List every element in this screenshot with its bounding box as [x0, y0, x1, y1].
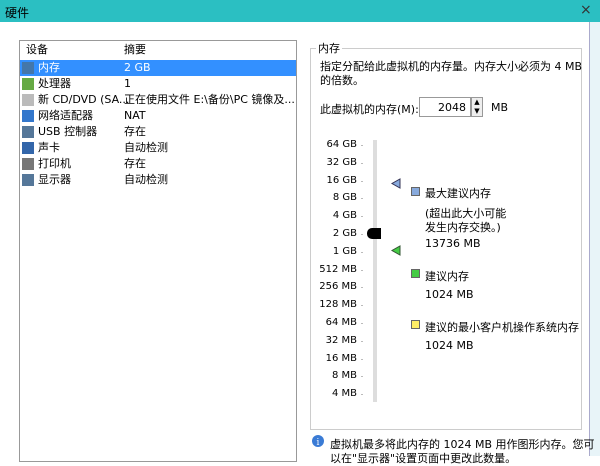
cpu-icon — [22, 78, 34, 90]
recommended-label: 建议内存 — [425, 270, 469, 283]
memory-input[interactable]: 2048 — [419, 97, 471, 117]
window-edge — [589, 22, 600, 456]
tick-mark — [361, 394, 363, 396]
min-label: 建议的最小客户机操作系统内存 — [425, 321, 579, 334]
device-summary: 存在 — [124, 125, 146, 138]
memory-field-label: 此虚拟机的内存(M): — [320, 103, 419, 116]
device-row[interactable]: USB 控制器 存在 — [20, 124, 296, 140]
device-row[interactable]: 处理器 1 — [20, 76, 296, 92]
tick-mark — [361, 234, 363, 235]
monitor-icon — [22, 174, 34, 186]
tick-label: 4 MB — [331, 388, 357, 400]
device-summary: 正在使用文件 E:\备份\PC 镜像及... — [124, 93, 295, 106]
device-row[interactable]: 网络适配器 NAT — [20, 108, 296, 124]
memory-slider-thumb[interactable] — [367, 228, 381, 239]
max-label: 最大建议内存 — [425, 187, 491, 200]
tick-label: 128 MB — [319, 299, 357, 311]
device-name: 声卡 — [38, 141, 60, 154]
tick-label: 512 MB — [319, 263, 357, 275]
device-summary: 1 — [124, 77, 131, 90]
tick-label: 16 GB — [326, 174, 357, 186]
device-list: 设备 摘要 内存 2 GB 处理器 1 新 CD/DVD (SA... 正在使用文件 E:… — [19, 40, 297, 462]
header-device[interactable]: 设备 — [26, 41, 48, 59]
device-name: 打印机 — [38, 157, 71, 170]
tick-mark — [361, 358, 363, 360]
info-icon: i — [312, 435, 324, 448]
tick-mark — [361, 323, 363, 324]
device-summary: 存在 — [124, 157, 146, 170]
svg-text:i: i — [317, 438, 320, 448]
device-row[interactable]: 声卡 自动检测 — [20, 140, 296, 156]
network-icon — [22, 110, 34, 122]
device-name: 显示器 — [38, 173, 71, 186]
tick-mark — [361, 162, 363, 164]
printer-icon — [22, 158, 34, 170]
device-row[interactable]: 新 CD/DVD (SA... 正在使用文件 E:\备份\PC 镜像及... — [20, 92, 296, 108]
tick-label: 64 GB — [326, 139, 357, 150]
memory-spinner[interactable]: ▲ ▼ — [471, 97, 483, 117]
max-value: 13736 MB — [425, 237, 481, 250]
device-summary: 自动检测 — [124, 173, 168, 186]
max-note2: 发生内存交换。) — [425, 221, 501, 234]
memory-unit: MB — [491, 101, 509, 114]
tick-mark — [361, 269, 363, 271]
tick-mark — [361, 198, 363, 200]
device-name: 内存 — [38, 61, 60, 74]
device-summary: 2 GB — [124, 61, 151, 74]
recommended-marker-icon — [390, 245, 401, 256]
tick-mark — [361, 305, 363, 307]
tick-label: 4 GB — [332, 210, 357, 222]
title-bar — [0, 0, 600, 22]
tick-label: 32 GB — [326, 156, 357, 168]
tick-mark — [361, 145, 363, 146]
tick-mark — [361, 251, 363, 253]
device-summary: NAT — [124, 109, 146, 122]
info-line2: 以在"显示器"设置页面中更改此数量。 — [330, 452, 517, 465]
header-summary[interactable]: 摘要 — [124, 41, 146, 59]
tick-mark — [361, 216, 363, 218]
device-name: 处理器 — [38, 77, 71, 90]
max-recommended-marker-icon — [390, 178, 401, 189]
tick-label: 16 MB — [325, 352, 357, 364]
close-button[interactable]: × — [580, 2, 592, 18]
tick-label: 2 GB — [332, 228, 357, 239]
cd-icon — [22, 94, 34, 106]
usb-icon — [22, 126, 34, 138]
max-legend-icon — [411, 187, 420, 196]
device-row[interactable]: 内存 2 GB — [20, 60, 296, 76]
tick-mark — [361, 180, 363, 182]
tick-label: 32 MB — [325, 334, 357, 346]
description-line2: 的倍数。 — [320, 74, 364, 87]
sound-icon — [22, 142, 34, 154]
min-value: 1024 MB — [425, 339, 474, 352]
memory-slider-track[interactable] — [373, 140, 377, 402]
device-summary: 自动检测 — [124, 141, 168, 154]
memory-icon — [22, 62, 34, 74]
recommended-legend-icon — [411, 269, 420, 278]
tick-mark — [361, 340, 363, 342]
tick-label: 64 MB — [325, 317, 357, 328]
tick-mark — [361, 287, 363, 289]
up-arrow-icon[interactable]: ▲ — [472, 98, 482, 107]
recommended-value: 1024 MB — [425, 288, 474, 301]
tick-label: 1 GB — [332, 245, 357, 257]
tick-label: 8 MB — [331, 370, 357, 382]
min-legend-icon — [411, 320, 420, 329]
device-name: 新 CD/DVD (SA... — [38, 93, 130, 106]
group-label: 内存 — [316, 40, 342, 56]
device-name: USB 控制器 — [38, 125, 98, 138]
tick-label: 256 MB — [319, 281, 357, 293]
device-row[interactable]: 打印机 存在 — [20, 156, 296, 172]
tick-mark — [361, 376, 363, 378]
tick-label: 8 GB — [332, 192, 357, 204]
down-arrow-icon[interactable]: ▼ — [472, 107, 482, 116]
device-row[interactable]: 显示器 自动检测 — [20, 172, 296, 188]
window-title: 硬件 — [5, 6, 30, 20]
device-name: 网络适配器 — [38, 109, 93, 122]
